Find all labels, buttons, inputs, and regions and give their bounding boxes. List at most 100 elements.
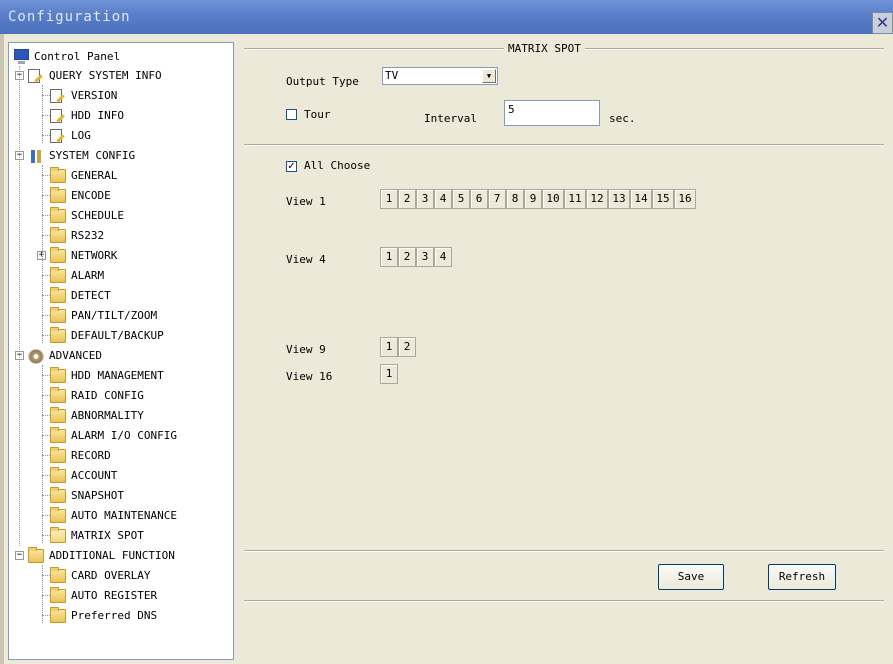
channel-cell[interactable]: 1 (380, 337, 398, 357)
separator-line-3 (244, 600, 884, 602)
channel-cell[interactable]: 3 (416, 189, 434, 209)
channel-cell[interactable]: 2 (398, 247, 416, 267)
tools-icon (28, 149, 44, 163)
tree-item-label: AUTO REGISTER (71, 589, 158, 602)
tree-item-label: ABNORMALITY (71, 409, 144, 422)
tree-item-label: RECORD (71, 449, 111, 462)
close-button[interactable]: ✕ (872, 12, 893, 34)
tree-connector (42, 515, 50, 516)
tree-connector (42, 495, 50, 496)
channel-cell[interactable]: 12 (586, 189, 608, 209)
tree-item-label: ALARM (71, 269, 105, 282)
channel-cell[interactable]: 4 (434, 189, 452, 209)
folder-icon (50, 467, 66, 483)
tree-item-label: SYSTEM CONFIG (49, 149, 136, 162)
channel-cell[interactable]: 11 (564, 189, 586, 209)
channel-cell[interactable]: 7 (488, 189, 506, 209)
channel-cell[interactable]: 6 (470, 189, 488, 209)
tree-item-label: ADDITIONAL FUNCTION (49, 549, 175, 562)
channel-cell[interactable]: 13 (608, 189, 630, 209)
channel-cell[interactable]: 8 (506, 189, 524, 209)
tree-item-label: LOG (71, 129, 91, 142)
all-choose-label: All Choose (304, 159, 371, 172)
tree-connector (42, 215, 50, 216)
tree-item-label: CARD OVERLAY (71, 569, 151, 582)
refresh-button[interactable]: Refresh (768, 564, 836, 590)
channel-cell[interactable]: 1 (380, 364, 398, 384)
document-edit-icon (50, 89, 62, 103)
channel-cell[interactable]: 10 (542, 189, 564, 209)
tree-connector (42, 575, 50, 576)
tree-item-query-system-info[interactable]: − QUERY SYSTEM INFO (9, 66, 233, 85)
window-title: Configuration (8, 9, 131, 25)
channel-cell[interactable]: 2 (398, 189, 416, 209)
output-type-select[interactable]: TV ▼ (382, 67, 498, 85)
folder-icon (50, 607, 66, 623)
channel-cell[interactable]: 16 (674, 189, 696, 209)
channel-cell[interactable]: 9 (524, 189, 542, 209)
matrix-spot-panel: MATRIX SPOT Output Type TV ▼ Tour Interv… (238, 42, 890, 660)
tree-connector (42, 275, 50, 276)
tree-connector (42, 615, 50, 616)
interval-unit: sec. (609, 112, 636, 125)
channel-cell[interactable]: 3 (416, 247, 434, 267)
channel-cell[interactable]: 4 (434, 247, 452, 267)
tree-item-advanced[interactable]: − ADVANCED (9, 346, 233, 365)
computer-icon (14, 49, 29, 64)
channel-cell[interactable]: 1 (380, 247, 398, 267)
tree-item-label: HDD MANAGEMENT (71, 369, 164, 382)
folder-icon (50, 187, 66, 203)
channel-cell[interactable]: 1 (380, 189, 398, 209)
channel-cell[interactable]: 2 (398, 337, 416, 357)
tree-connector (42, 175, 50, 176)
channel-cell[interactable]: 14 (630, 189, 652, 209)
tree-item-label: SCHEDULE (71, 209, 124, 222)
tree-connector (42, 295, 50, 296)
folder-icon (50, 327, 66, 343)
tree-connector (42, 165, 43, 343)
title-bar: Configuration ✕ (0, 0, 893, 34)
folder-icon (50, 427, 66, 443)
tree-connector (42, 535, 50, 536)
tree-item-system-config[interactable]: − SYSTEM CONFIG (9, 146, 233, 165)
tour-checkbox[interactable] (286, 109, 297, 120)
tree-item-label: RS232 (71, 229, 105, 242)
tree-connector (42, 135, 50, 136)
chevron-down-icon[interactable]: ▼ (482, 69, 496, 83)
all-choose-checkbox[interactable]: ✓ (286, 161, 297, 172)
folder-icon (50, 387, 66, 403)
tree-item-label: ADVANCED (49, 349, 102, 362)
tree-connector (42, 415, 50, 416)
tree-item-label: DEFAULT/BACKUP (71, 329, 164, 342)
window-left-border (0, 34, 4, 664)
config-tree[interactable]: Control Panel − QUERY SYSTEM INFO VERSION H… (8, 42, 234, 660)
folder-icon (50, 567, 66, 583)
collapse-icon[interactable]: − (15, 551, 24, 560)
output-type-value: TV (385, 69, 399, 82)
document-edit-icon (50, 109, 62, 123)
view-4-label: View 4 (286, 253, 326, 266)
folder-icon (28, 547, 44, 563)
tree-item-label: RAID CONFIG (71, 389, 144, 402)
separator-line-2 (244, 550, 884, 552)
interval-input[interactable]: 5 (504, 100, 600, 126)
view-1-label: View 1 (286, 195, 326, 208)
tree-item-label: PAN/TILT/ZOOM (71, 309, 158, 322)
gears-icon (28, 349, 44, 364)
channel-cell[interactable]: 15 (652, 189, 674, 209)
tree-connector (42, 315, 50, 316)
interval-label: Interval (424, 112, 477, 125)
tree-item-additional-function[interactable]: − ADDITIONAL FUNCTION (9, 546, 233, 565)
window-body: Control Panel − QUERY SYSTEM INFO VERSION H… (0, 34, 893, 664)
folder-icon (50, 287, 66, 303)
tree-connector (42, 395, 50, 396)
folder-icon (50, 367, 66, 383)
channel-cell[interactable]: 5 (452, 189, 470, 209)
tree-root-control-panel[interactable]: Control Panel (13, 47, 223, 66)
tree-connector (42, 375, 50, 376)
tree-connector (42, 335, 50, 336)
save-button[interactable]: Save (658, 564, 724, 590)
tree-item-label: NETWORK (71, 249, 118, 262)
tree-item-label: Preferred DNS (71, 609, 158, 622)
tree-item-label: MATRIX SPOT (71, 526, 144, 545)
